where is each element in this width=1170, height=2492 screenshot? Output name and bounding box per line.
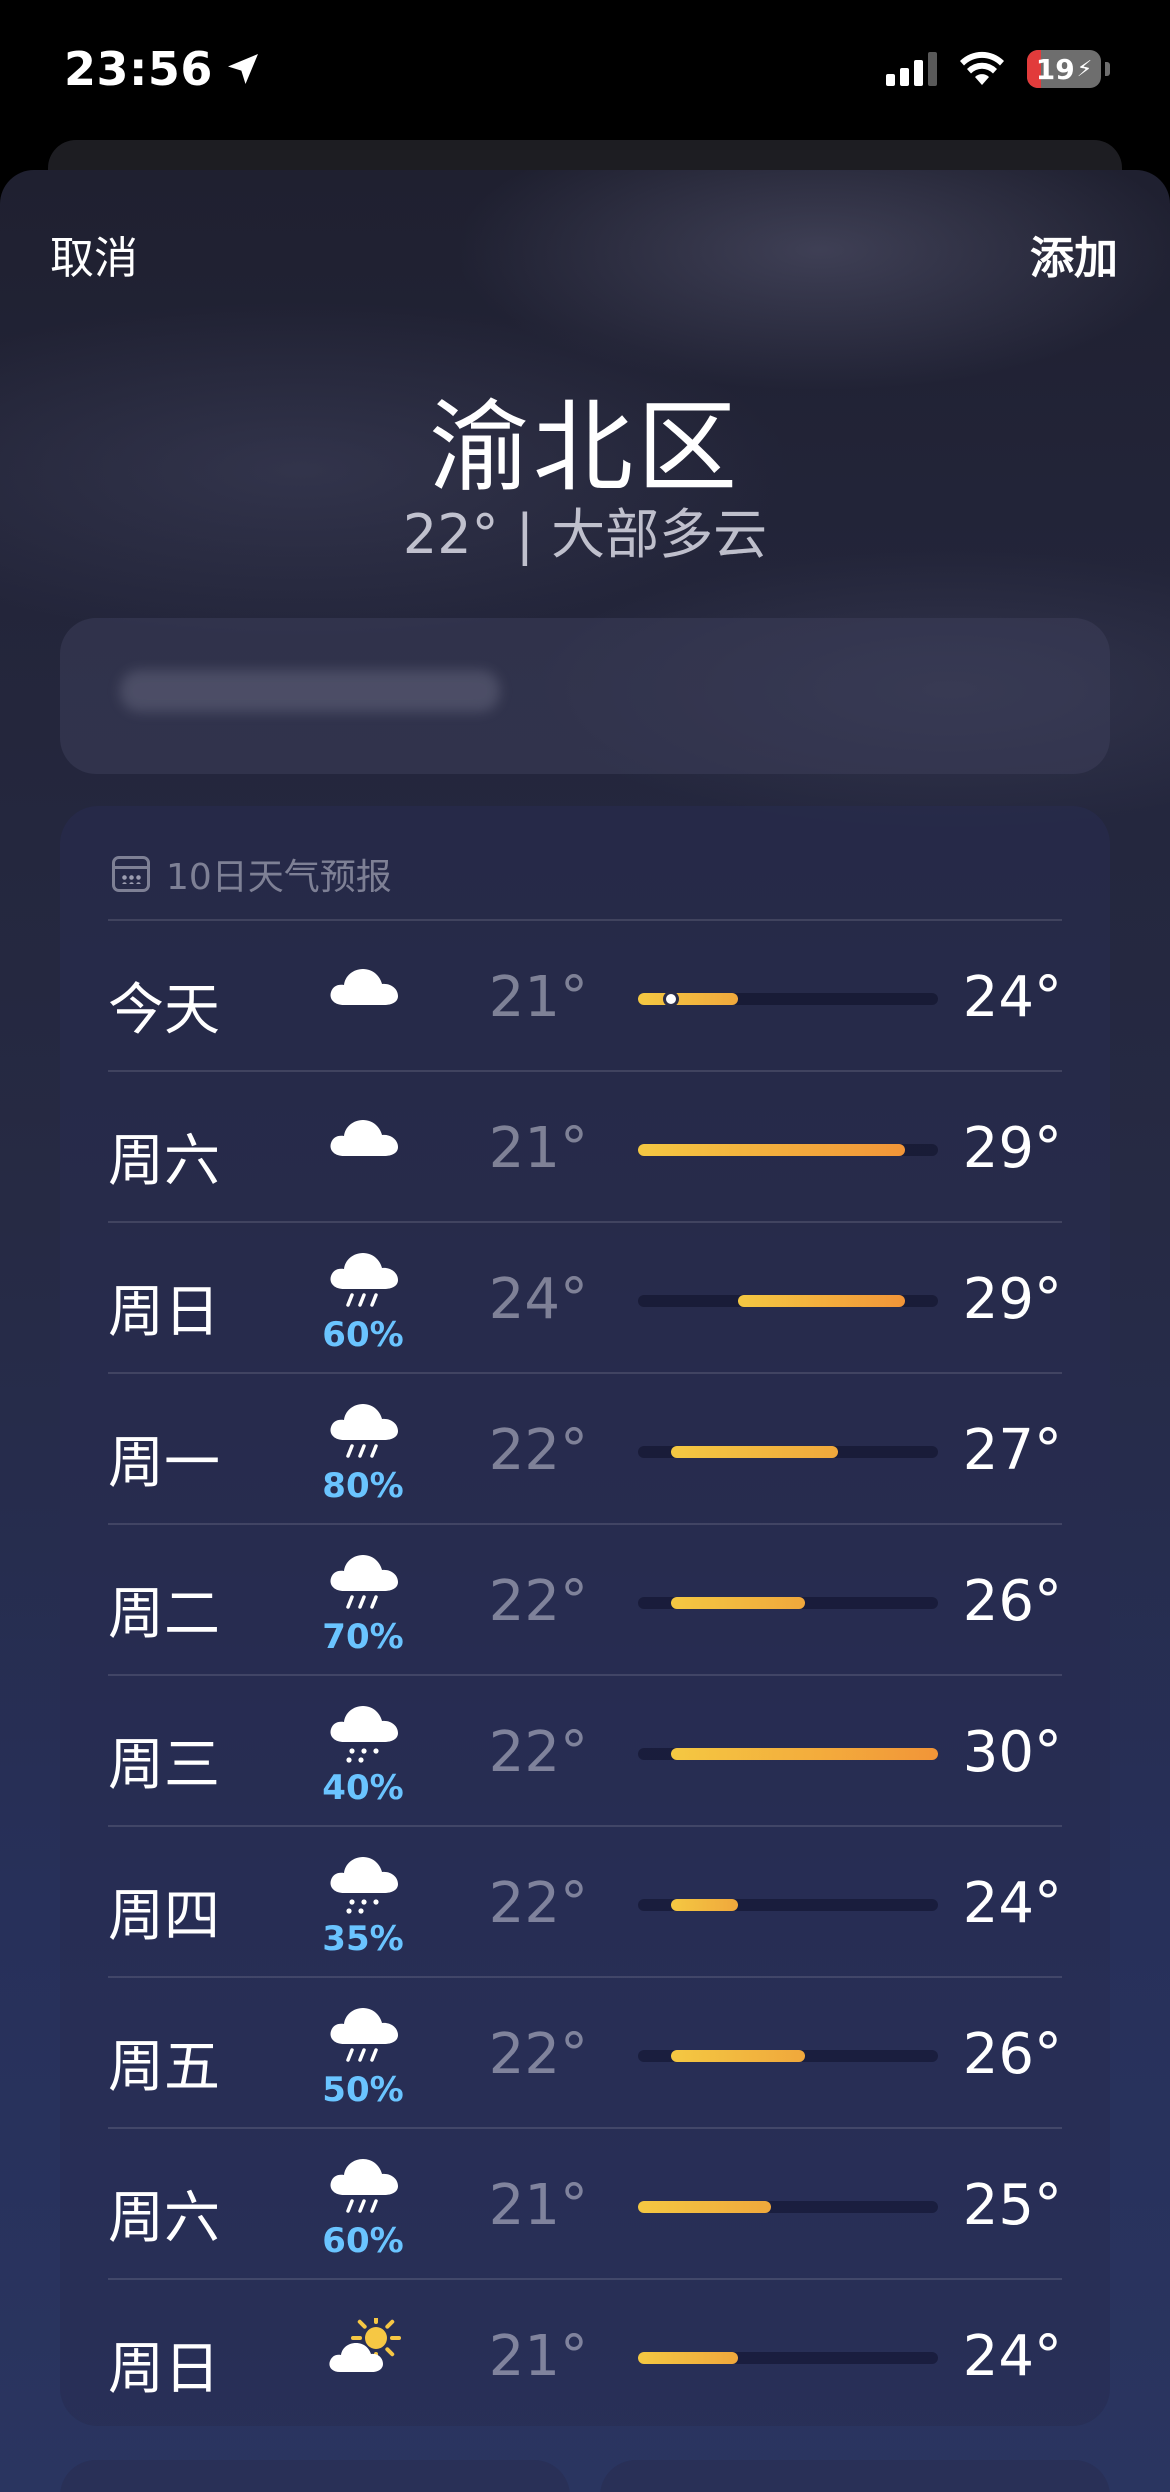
temp-range-fill xyxy=(671,1899,738,1911)
status-time: 23:56 xyxy=(64,42,263,96)
cloud-rain-icon xyxy=(326,2149,402,2213)
temp-range-fill xyxy=(638,1144,905,1156)
temp-range-fill xyxy=(671,1597,805,1609)
precip-chance: 80% xyxy=(322,1466,404,1506)
cloud-drizzle-icon xyxy=(326,1696,402,1763)
add-button[interactable]: 添加 xyxy=(1030,222,1118,286)
low-temp: 21° xyxy=(488,2173,588,2238)
cloud-rain-icon xyxy=(326,1243,402,1307)
forecast-row[interactable]: 周一 80% 22° 27° xyxy=(108,1372,1062,1523)
forecast-title: 10日天气预报 xyxy=(166,857,392,898)
temp-range-fill xyxy=(638,993,738,1005)
blurred-text xyxy=(120,670,500,712)
forecast-day: 周三 xyxy=(108,1733,220,1798)
forecast-day: 周四 xyxy=(108,1884,220,1949)
low-temp: 22° xyxy=(488,1720,588,1785)
high-temp: 30° xyxy=(962,1720,1062,1785)
temp-range-bar xyxy=(638,1597,938,1609)
forecast-row[interactable]: 周日 21° 24° xyxy=(108,2278,1062,2429)
temp-range-fill xyxy=(671,1748,938,1760)
forecast-row[interactable]: 周三 40% 22° 30° xyxy=(108,1674,1062,1825)
temp-range-fill xyxy=(738,1295,905,1307)
low-temp: 21° xyxy=(488,965,588,1030)
high-temp: 29° xyxy=(962,1116,1062,1181)
cloud-rain-icon xyxy=(326,1545,402,1609)
time-label: 23:56 xyxy=(64,42,213,96)
cloud-drizzle-icon xyxy=(326,1847,402,1914)
forecast-row[interactable]: 周六 60% 21° 25° xyxy=(108,2127,1062,2278)
low-temp: 22° xyxy=(488,1418,588,1483)
forecast-day: 周二 xyxy=(108,1582,220,1647)
forecast-day: 周一 xyxy=(108,1431,220,1496)
battery-icon: 19 ⚡ xyxy=(1027,50,1101,88)
forecast-row[interactable]: 周四 35% 22° 24° xyxy=(108,1825,1062,1976)
precip-chance: 35% xyxy=(322,1919,404,1959)
temp-range-bar xyxy=(638,2352,938,2364)
battery-level: 19 xyxy=(1035,52,1075,86)
temp-range-fill xyxy=(638,2201,772,2213)
temp-range-bar xyxy=(638,2050,938,2062)
forecast-day: 周六 xyxy=(108,2186,220,2251)
high-temp: 26° xyxy=(962,1569,1062,1634)
high-temp: 24° xyxy=(962,2324,1062,2389)
forecast-row[interactable]: 周五 50% 22° 26° xyxy=(108,1976,1062,2127)
temp-range-bar xyxy=(638,1446,938,1458)
forecast-row[interactable]: 周二 70% 22° 26° xyxy=(108,1523,1062,1674)
cloud-rain-icon xyxy=(326,1394,402,1458)
forecast-header: 10日天气预报 xyxy=(112,848,392,900)
low-temp: 24° xyxy=(488,1267,588,1332)
temp-range-bar xyxy=(638,1899,938,1911)
forecast-day: 周六 xyxy=(108,1129,220,1194)
cloud-rain-icon xyxy=(326,1998,402,2062)
precip-chance: 40% xyxy=(322,1768,404,1808)
status-indicators: 19 ⚡ xyxy=(886,50,1110,88)
precip-chance: 60% xyxy=(322,1315,404,1355)
cellular-signal-icon xyxy=(886,52,937,86)
cancel-button[interactable]: 取消 xyxy=(50,222,138,286)
forecast-row[interactable]: 今天 21° 24° xyxy=(108,919,1062,1070)
precip-chance: 60% xyxy=(322,2221,404,2261)
cloud-icon xyxy=(326,959,402,1017)
bottom-card-left xyxy=(60,2460,570,2492)
temp-range-bar xyxy=(638,2201,938,2213)
precip-chance: 70% xyxy=(322,1617,404,1657)
high-temp: 29° xyxy=(962,1267,1062,1332)
calendar-icon xyxy=(112,856,150,892)
forecast-day: 周五 xyxy=(108,2035,220,2100)
current-conditions: 22° | 大部多云 xyxy=(402,503,768,566)
wifi-icon xyxy=(960,51,1004,85)
temp-range-bar xyxy=(638,991,938,1007)
temp-range-bar xyxy=(638,1144,938,1156)
high-temp: 26° xyxy=(962,2022,1062,2087)
precip-chance: 50% xyxy=(322,2070,404,2110)
forecast-row[interactable]: 周六 21° 29° xyxy=(108,1070,1062,1221)
alert-card[interactable] xyxy=(60,618,1110,774)
high-temp: 25° xyxy=(962,2173,1062,2238)
low-temp: 21° xyxy=(488,2324,588,2389)
temp-range-fill xyxy=(671,1446,838,1458)
cloud-icon xyxy=(326,1110,402,1168)
location-arrow-icon xyxy=(227,54,258,84)
bottom-card-right xyxy=(600,2460,1110,2492)
high-temp: 27° xyxy=(962,1418,1062,1483)
forecast-day: 周日 xyxy=(108,1280,220,1345)
low-temp: 21° xyxy=(488,1116,588,1181)
temp-range-bar xyxy=(638,1295,938,1307)
high-temp: 24° xyxy=(962,1871,1062,1936)
forecast-rows: 今天 21° 24° 周六 21° 29° 周日 60% 24° 29° 周一 80% 22° 27° 周二… xyxy=(108,919,1062,2429)
low-temp: 22° xyxy=(488,1569,588,1634)
low-temp: 22° xyxy=(488,1871,588,1936)
high-temp: 24° xyxy=(962,965,1062,1030)
temp-range-bar xyxy=(638,1748,938,1760)
forecast-day: 今天 xyxy=(108,978,220,1043)
temp-range-fill xyxy=(671,2050,805,2062)
status-bar: 23:56 19 ⚡ xyxy=(0,0,1170,150)
forecast-row[interactable]: 周日 60% 24° 29° xyxy=(108,1221,1062,1372)
forecast-day: 周日 xyxy=(108,2337,220,2402)
partly-sunny-icon xyxy=(326,2313,402,2376)
low-temp: 22° xyxy=(488,2022,588,2087)
temp-range-fill xyxy=(638,2352,738,2364)
